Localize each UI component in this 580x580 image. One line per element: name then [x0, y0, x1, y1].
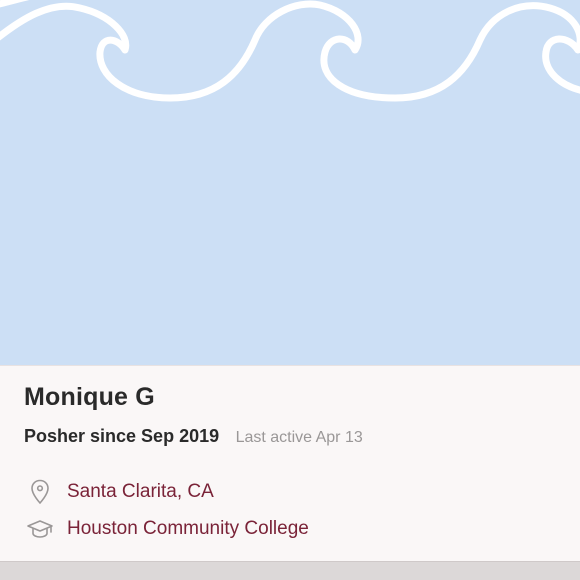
profile-page: Monique G Posher since Sep 2019 Last act…: [0, 0, 580, 580]
education-link[interactable]: Houston Community College: [67, 518, 309, 540]
last-active: Last active Apr 13: [235, 429, 363, 446]
bottom-divider: [0, 561, 580, 580]
wave-pattern: [0, 0, 580, 102]
location-row[interactable]: Santa Clarita, CA: [26, 478, 214, 506]
graduation-cap-icon: [26, 515, 54, 543]
map-pin-icon: [26, 478, 54, 506]
posher-since: Posher since Sep 2019: [24, 426, 220, 446]
user-name: Monique G: [24, 383, 155, 411]
cover-image: [0, 0, 580, 365]
location-link[interactable]: Santa Clarita, CA: [67, 481, 214, 503]
education-row[interactable]: Houston Community College: [26, 515, 309, 543]
profile-card: Monique G Posher since Sep 2019 Last act…: [0, 365, 580, 562]
membership-row: Posher since Sep 2019 Last active Apr 13: [24, 426, 363, 447]
